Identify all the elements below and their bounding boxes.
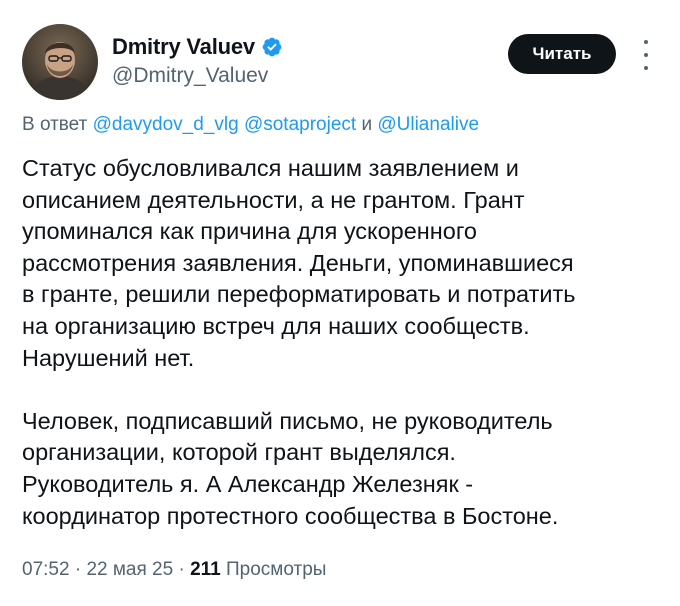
tweet-text-line: упоминался как причина для ускоренного	[22, 218, 477, 245]
more-dot	[644, 53, 648, 57]
tweet-date[interactable]: 22 мая 25	[86, 559, 173, 580]
tweet-text-line: на организацию встреч для наших сообщест…	[22, 312, 530, 339]
author-name-row: Dmitry Valuev	[112, 34, 283, 60]
tweet-text-line: Человек, подписавший письмо, не руководи…	[22, 407, 553, 434]
mention-link[interactable]: @davydov_d_vlg	[93, 114, 239, 135]
follow-button[interactable]: Читать	[508, 34, 616, 74]
tweet-text-line: организации, которой грант выделялся.	[22, 439, 456, 466]
author-handle[interactable]: @Dmitry_Valuev	[112, 64, 268, 88]
tweet-text-line: Руководитель я. А Александр Железняк -	[22, 470, 474, 497]
more-vertical-icon[interactable]	[636, 40, 656, 70]
tweet-text-line: в гранте, решили переформатировать и пот…	[22, 281, 576, 308]
more-dot	[644, 66, 648, 70]
views-count: 211	[190, 559, 221, 580]
mention-link[interactable]: @sotaproject	[244, 114, 356, 135]
author-name[interactable]: Dmitry Valuev	[112, 34, 255, 60]
tweet-time[interactable]: 07:52	[22, 559, 70, 580]
tweet-text-line: координатор протестного сообщества в Бос…	[22, 502, 559, 529]
more-dot	[644, 40, 648, 44]
meta-separator: ·	[74, 559, 82, 580]
reply-conjunction: и	[361, 114, 373, 135]
reply-context: В ответ @davydov_d_vlg @sotaproject и @U…	[22, 114, 479, 136]
verified-badge-icon	[261, 36, 283, 58]
tweet-text-line: Статус обусловливался нашим заявлением и	[22, 155, 519, 181]
reply-prefix: В ответ	[22, 114, 88, 135]
meta-separator: ·	[178, 559, 185, 580]
avatar[interactable]	[22, 24, 98, 100]
tweet-text-line: описанием деятельности, а не грантом. Гр…	[22, 186, 525, 213]
views-label: Просмотры	[226, 559, 327, 580]
mention-link[interactable]: @Ulianalive	[377, 114, 479, 135]
tweet-text: Статус обусловливался нашим заявлением и…	[22, 153, 662, 532]
tweet-text-line: рассмотрения заявления. Деньги, упоминав…	[22, 249, 574, 276]
tweet: Dmitry Valuev @Dmitry_Valuev Читать В от…	[0, 0, 680, 606]
tweet-meta: 07:52 · 22 мая 25 · 211 Просмотры	[22, 559, 326, 581]
avatar-image	[22, 24, 98, 100]
tweet-text-line: Нарушений нет.	[22, 344, 195, 371]
